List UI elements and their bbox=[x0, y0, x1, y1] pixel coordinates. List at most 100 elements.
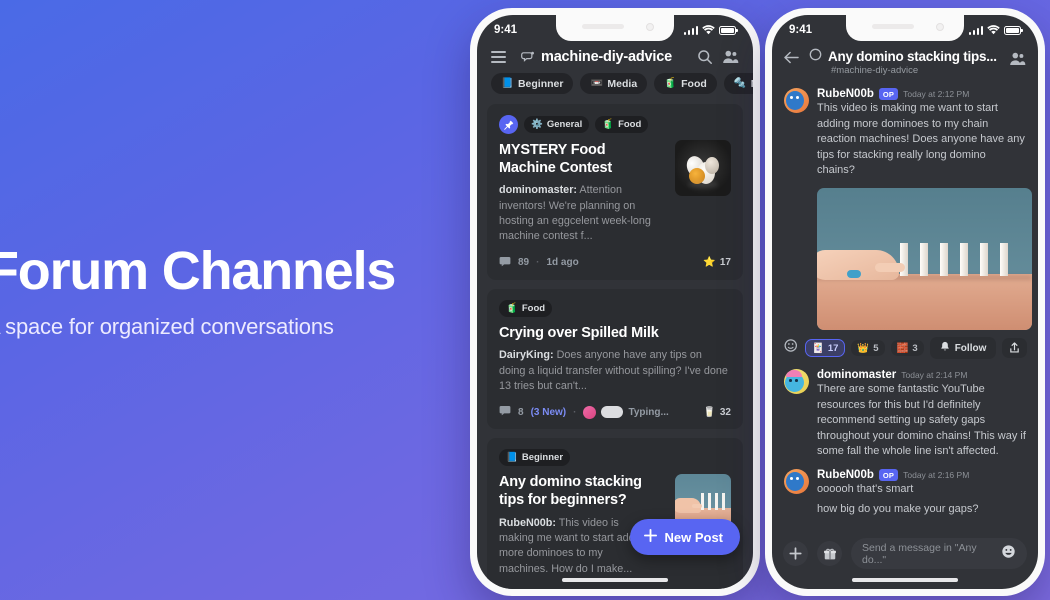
reaction-emoji: 🥛 bbox=[703, 406, 716, 418]
op-badge: OP bbox=[878, 88, 899, 100]
separator-dot: · bbox=[536, 257, 540, 269]
post-author: DairyKing: bbox=[499, 349, 554, 362]
reaction-bar: 🃏 17 👑 5 🧱 3 Follow bbox=[772, 330, 1038, 365]
message-text: There are some fantastic YouTube resourc… bbox=[817, 383, 1026, 458]
status-time: 9:41 bbox=[494, 24, 518, 36]
message-list: RubeN00b OP Today at 2:12 PM This video … bbox=[772, 84, 1038, 331]
follow-button[interactable]: Follow bbox=[929, 337, 997, 360]
phone-forum-list: 9:41 machine-diy-advice 📘 Beginner 📼 Med… bbox=[470, 8, 760, 596]
message-author[interactable]: dominomaster bbox=[817, 369, 896, 381]
home-indicator bbox=[562, 578, 668, 582]
share-icon bbox=[1010, 342, 1020, 353]
message-input[interactable]: Send a message in "Any do..." bbox=[851, 538, 1027, 569]
message-time: Today at 2:12 PM bbox=[903, 89, 970, 99]
post-tag[interactable]: 📘 Beginner bbox=[499, 449, 571, 467]
typing-label: Typing... bbox=[628, 406, 669, 418]
tag-emoji: 📼 bbox=[590, 77, 603, 89]
message-author[interactable]: RubeN00b bbox=[817, 88, 874, 100]
post-card[interactable]: ⚙️ General 🧃 Food MYSTERY Food Machine Con… bbox=[487, 104, 743, 280]
typing-bubble bbox=[601, 406, 624, 419]
tag-label: Beginner bbox=[521, 452, 564, 464]
reaction-count: 3 bbox=[912, 342, 918, 354]
back-arrow-icon[interactable] bbox=[784, 51, 799, 64]
reaction-count: 5 bbox=[873, 342, 879, 354]
page-subtitle: A space for organized conversations bbox=[0, 313, 334, 339]
filter-tag[interactable]: 🔩 Materials bbox=[723, 73, 753, 94]
reaction-pill[interactable]: 🃏 17 bbox=[805, 339, 846, 358]
post-list: ⚙️ General 🧃 Food MYSTERY Food Machine Con… bbox=[477, 104, 753, 589]
reaction-count: 17 bbox=[719, 257, 731, 269]
cellular-bars-icon bbox=[683, 25, 698, 35]
add-reaction-icon[interactable] bbox=[784, 338, 799, 358]
avatar[interactable] bbox=[784, 369, 809, 395]
forum-channel-icon bbox=[521, 50, 535, 64]
thread-title: Any domino stacking tips... bbox=[828, 48, 997, 64]
post-reaction[interactable]: 🥛 32 bbox=[703, 407, 731, 418]
post-title: Any domino stacking tips for beginners? bbox=[499, 474, 642, 509]
typing-avatar bbox=[583, 405, 597, 419]
post-tag[interactable]: ⚙️ General bbox=[524, 116, 590, 133]
battery-icon bbox=[719, 25, 738, 35]
tag-label: Beginner bbox=[517, 77, 564, 90]
new-comment-count: (3 New) bbox=[530, 406, 567, 418]
post-meta: 1d ago bbox=[546, 257, 579, 269]
avatar[interactable] bbox=[784, 88, 809, 113]
phone-thread-view: 9:41 Any domino stacking tips... #machin… bbox=[765, 8, 1045, 596]
channel-name: machine-diy-advice bbox=[541, 49, 672, 65]
search-icon[interactable] bbox=[697, 49, 713, 65]
page-title: Forum Channels bbox=[0, 241, 396, 301]
emoji-icon[interactable] bbox=[1001, 544, 1016, 564]
tag-emoji: 📘 bbox=[501, 77, 514, 89]
tag-emoji: 🧃 bbox=[602, 119, 615, 130]
post-card[interactable]: 🧃 Food Crying over Spilled Milk DairyKing… bbox=[487, 288, 743, 430]
gift-icon[interactable] bbox=[817, 541, 842, 566]
comment-icon bbox=[499, 256, 511, 270]
tag-emoji: 🔩 bbox=[733, 77, 747, 89]
members-icon[interactable] bbox=[1009, 51, 1026, 67]
tag-emoji: ⚙️ bbox=[531, 119, 543, 130]
message-text: This video is making me want to start ad… bbox=[817, 102, 1025, 177]
tag-label: General bbox=[546, 119, 583, 130]
new-post-button[interactable]: New Post bbox=[630, 519, 740, 555]
tag-label: Media bbox=[607, 77, 638, 90]
tag-label: Food bbox=[521, 302, 546, 314]
message-author[interactable]: RubeN00b bbox=[817, 469, 874, 481]
hamburger-menu-icon[interactable] bbox=[491, 50, 506, 64]
filter-tag[interactable]: 📼 Media bbox=[580, 73, 648, 94]
post-tag[interactable]: 🧃 Food bbox=[595, 116, 649, 133]
phone-notch bbox=[556, 15, 674, 41]
message-text: oooooh that's smart bbox=[817, 483, 914, 496]
battery-icon bbox=[1004, 25, 1023, 35]
share-button[interactable] bbox=[1002, 338, 1028, 359]
typing-indicator: Typing... bbox=[583, 405, 669, 419]
reaction-emoji: 🃏 bbox=[812, 342, 824, 354]
post-tag[interactable]: 🧃 Food bbox=[499, 299, 553, 317]
members-icon[interactable] bbox=[722, 49, 739, 65]
reaction-pill[interactable]: 👑 5 bbox=[851, 340, 885, 357]
post-reaction[interactable]: ⭐ 17 bbox=[703, 257, 731, 268]
post-card[interactable]: 📘 Beginner Any domino stacking tips for b… bbox=[487, 438, 743, 589]
comment-icon bbox=[499, 588, 511, 589]
message-time: Today at 2:16 PM bbox=[903, 470, 970, 481]
filter-tag[interactable]: 📘 Beginner bbox=[491, 73, 574, 94]
comment-icon bbox=[499, 405, 511, 419]
filter-tag[interactable]: 🧃 Food bbox=[654, 73, 717, 94]
phone-notch bbox=[846, 15, 964, 41]
post-author: dominomaster: bbox=[499, 184, 577, 197]
message-item: dominomaster Today at 2:14 PM There are … bbox=[784, 369, 1026, 460]
message-item: RubeN00b OP Today at 2:12 PM This video … bbox=[784, 88, 1026, 179]
plus-icon[interactable] bbox=[783, 541, 808, 566]
message-item: RubeN00b OP Today at 2:16 PM oooooh that… bbox=[784, 469, 1026, 517]
message-composer: Send a message in "Any do..." bbox=[772, 538, 1038, 569]
message-attachment-dominoes[interactable] bbox=[817, 188, 1032, 331]
post-title: Crying over Spilled Milk bbox=[499, 324, 659, 341]
tag-emoji: 📘 bbox=[506, 452, 518, 464]
tag-label: Food bbox=[618, 119, 642, 130]
wifi-icon bbox=[987, 25, 1000, 35]
home-indicator bbox=[852, 578, 958, 582]
reaction-emoji: ⭐ bbox=[703, 257, 716, 269]
plus-icon bbox=[644, 529, 658, 545]
reaction-emoji: 👑 bbox=[857, 342, 870, 354]
reaction-pill[interactable]: 🧱 3 bbox=[890, 340, 924, 357]
avatar[interactable] bbox=[784, 469, 809, 495]
